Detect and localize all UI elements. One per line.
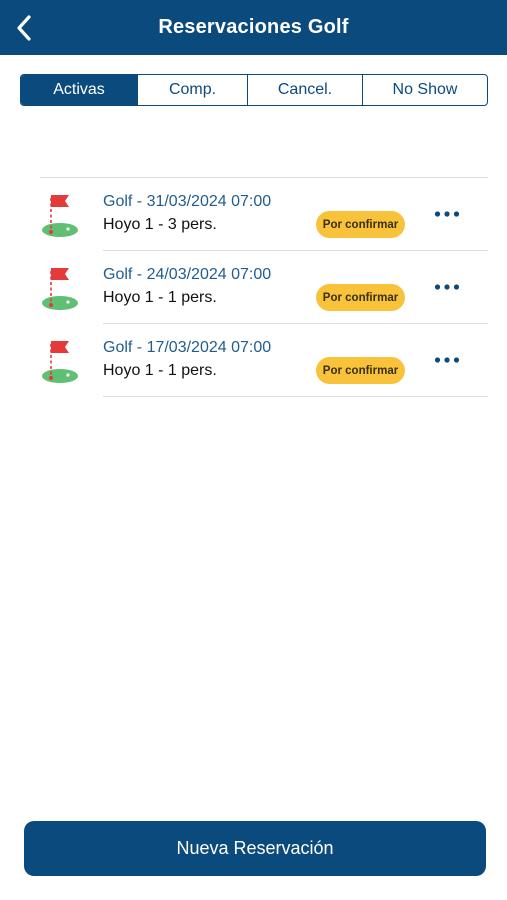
- back-button[interactable]: [8, 10, 40, 46]
- status-badge: Por confirmar: [316, 357, 405, 384]
- more-horizontal-icon: [434, 357, 460, 363]
- page-title: Reservaciones Golf: [158, 16, 349, 38]
- golf-flag-icon: [42, 195, 78, 237]
- more-options-button[interactable]: [433, 202, 461, 226]
- chevron-left-icon: [17, 15, 31, 41]
- tab-canceladas[interactable]: Cancel.: [247, 75, 362, 105]
- golf-flag-icon: [42, 341, 78, 383]
- reservation-list: Golf - 31/03/2024 07:00 Hoyo 1 - 3 pers.…: [40, 177, 488, 397]
- status-tabs: Activas Comp. Cancel. No Show: [20, 74, 488, 106]
- reservation-detail: Hoyo 1 - 3 pers.: [103, 216, 217, 233]
- more-options-button[interactable]: [433, 275, 461, 299]
- more-horizontal-icon: [434, 284, 460, 290]
- status-badge: Por confirmar: [316, 211, 405, 238]
- tab-no-show[interactable]: No Show: [362, 75, 487, 105]
- reservation-item[interactable]: Golf - 31/03/2024 07:00 Hoyo 1 - 3 pers.…: [40, 178, 488, 251]
- reservation-detail: Hoyo 1 - 1 pers.: [103, 362, 217, 379]
- reservation-title: Golf - 17/03/2024 07:00: [103, 339, 272, 356]
- reservation-title: Golf - 24/03/2024 07:00: [103, 266, 272, 283]
- more-options-button[interactable]: [433, 348, 461, 372]
- reservation-item[interactable]: Golf - 24/03/2024 07:00 Hoyo 1 - 1 pers.…: [40, 251, 488, 324]
- reservation-item[interactable]: Golf - 17/03/2024 07:00 Hoyo 1 - 1 pers.…: [40, 324, 488, 397]
- tab-activas[interactable]: Activas: [21, 75, 137, 105]
- reservation-detail: Hoyo 1 - 1 pers.: [103, 289, 217, 306]
- tab-completadas[interactable]: Comp.: [137, 75, 247, 105]
- status-badge: Por confirmar: [316, 284, 405, 311]
- new-reservation-button[interactable]: Nueva Reservación: [24, 821, 486, 876]
- reservation-title: Golf - 31/03/2024 07:00: [103, 193, 272, 210]
- app-header: Reservaciones Golf: [0, 0, 507, 55]
- more-horizontal-icon: [434, 211, 460, 217]
- golf-flag-icon: [42, 268, 78, 310]
